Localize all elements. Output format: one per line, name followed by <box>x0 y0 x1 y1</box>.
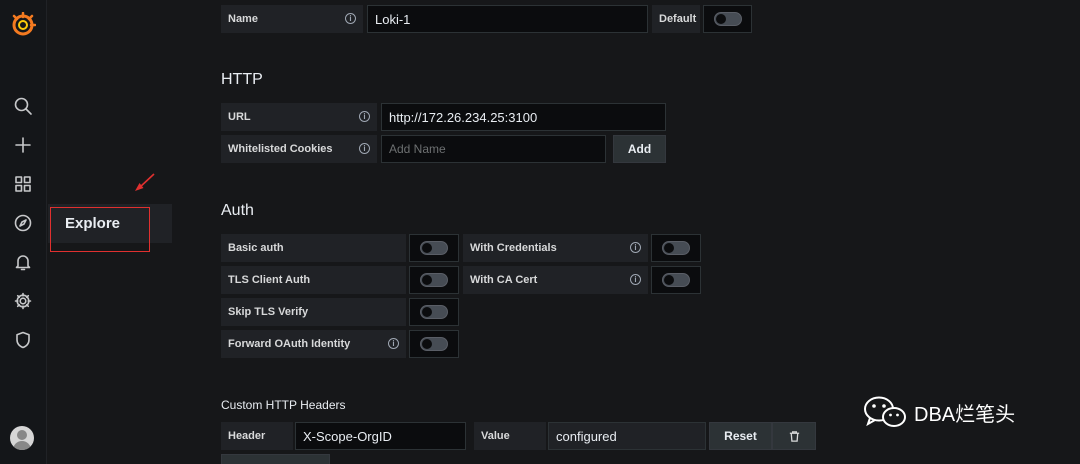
with-credentials-toggle[interactable] <box>651 234 701 262</box>
compass-icon[interactable] <box>8 208 38 238</box>
gear-icon[interactable] <box>8 286 38 316</box>
http-section-title: HTTP <box>221 71 263 88</box>
with-credentials-label: With Credentials i <box>463 234 648 262</box>
red-arrow-icon <box>135 173 155 191</box>
value-label: Value <box>474 422 546 450</box>
default-toggle[interactable] <box>703 5 752 33</box>
add-cookie-button[interactable]: Add <box>613 135 666 163</box>
wechat-icon <box>864 396 906 427</box>
forward-oauth-label: Forward OAuth Identity i <box>221 330 406 358</box>
shield-icon[interactable] <box>8 325 38 355</box>
reset-button[interactable]: Reset <box>709 422 772 450</box>
watermark-text: DBA烂笔头 <box>914 403 1016 426</box>
avatar[interactable] <box>10 426 34 450</box>
add-header-button[interactable] <box>221 454 330 464</box>
sidebar <box>0 0 47 464</box>
tls-client-auth-label: TLS Client Auth <box>221 266 406 294</box>
info-icon[interactable]: i <box>630 274 641 285</box>
url-label: URL i <box>221 103 377 131</box>
watermark: DBA烂笔头 <box>862 394 1015 430</box>
trash-icon[interactable] <box>772 422 816 450</box>
forward-oauth-toggle[interactable] <box>409 330 459 358</box>
header-label: Header <box>221 422 293 450</box>
url-input[interactable]: http://172.26.234.25:3100 <box>381 103 666 131</box>
skip-tls-toggle[interactable] <box>409 298 459 326</box>
search-icon[interactable] <box>8 91 38 121</box>
grafana-logo-icon[interactable] <box>8 10 38 40</box>
info-icon[interactable]: i <box>359 111 370 122</box>
custom-headers-title: Custom HTTP Headers <box>221 398 346 412</box>
default-label: Default <box>652 5 700 33</box>
header-name-input[interactable]: X-Scope-OrgID <box>295 422 466 450</box>
cookies-input[interactable]: Add Name <box>381 135 606 163</box>
header-value-input[interactable]: configured <box>548 422 706 450</box>
with-ca-cert-toggle[interactable] <box>651 266 701 294</box>
basic-auth-label: Basic auth <box>221 234 406 262</box>
plus-icon[interactable] <box>8 130 38 160</box>
name-label: Name i <box>221 5 363 33</box>
info-icon[interactable]: i <box>630 242 641 253</box>
cookies-label: Whitelisted Cookies i <box>221 135 377 163</box>
auth-section-title: Auth <box>221 202 254 219</box>
dashboards-icon[interactable] <box>8 169 38 199</box>
info-icon[interactable]: i <box>345 13 356 24</box>
name-input[interactable]: Loki-1 <box>367 5 648 33</box>
bell-icon[interactable] <box>8 247 38 277</box>
basic-auth-toggle[interactable] <box>409 234 459 262</box>
info-icon[interactable]: i <box>388 338 399 349</box>
info-icon[interactable]: i <box>359 143 370 154</box>
highlight-box <box>50 207 150 252</box>
skip-tls-label: Skip TLS Verify <box>221 298 406 326</box>
with-ca-cert-label: With CA Cert i <box>463 266 648 294</box>
tls-client-auth-toggle[interactable] <box>409 266 459 294</box>
